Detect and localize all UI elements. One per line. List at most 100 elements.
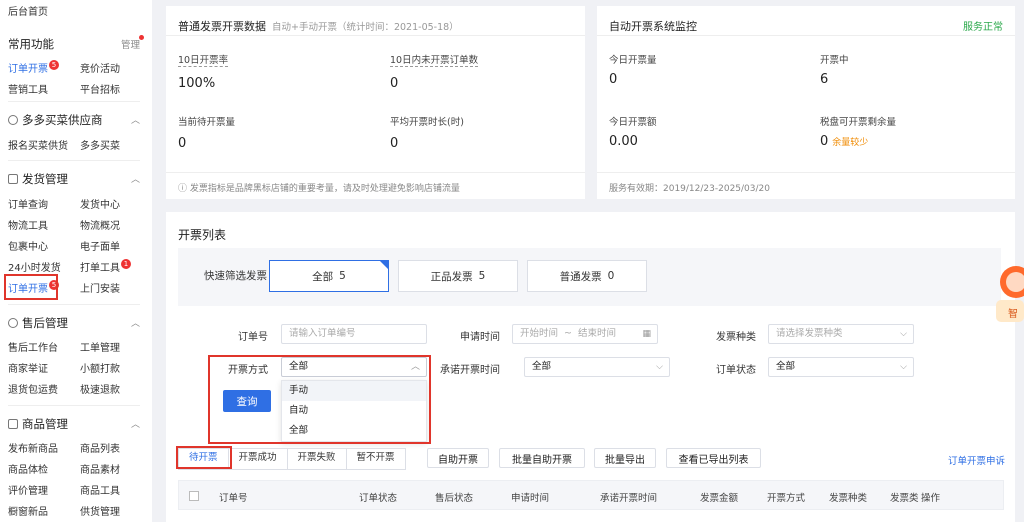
column-header: 操作 xyxy=(921,493,941,504)
sidebar-item-home[interactable]: 后台首页 xyxy=(8,3,48,18)
metric-value: 0 xyxy=(390,76,399,91)
sidebar-item-quick-refund[interactable]: 极速退款 xyxy=(80,381,120,396)
sidebar-item-order-query[interactable]: 订单查询 xyxy=(8,196,48,211)
view-exported-list-button[interactable]: 查看已导出列表 xyxy=(666,448,761,468)
divider xyxy=(8,160,140,161)
invoice-list-title: 开票列表 xyxy=(178,228,227,242)
divider xyxy=(166,172,585,173)
auto-invoice-monitor-card: 自动开票系统监控 服务正常 今日开票量 0 开票中 6 今日开票额 0.00 税… xyxy=(597,6,1015,199)
sidebar-item-after-sales-desk[interactable]: 售后工作台 xyxy=(8,339,58,354)
sidebar-item-window-new[interactable]: 橱窗新品 xyxy=(8,503,48,518)
sidebar-item-24h-shipping[interactable]: 24小时发货 xyxy=(8,259,61,274)
quick-filter-all[interactable]: 全部 5 xyxy=(269,260,389,292)
quick-filter-normal[interactable]: 普通发票 0 xyxy=(527,260,647,292)
sidebar-item-grocery-signup[interactable]: 报名买菜供货 xyxy=(8,137,68,152)
promise-time-select[interactable]: 全部 ⌵ xyxy=(524,357,670,377)
promise-time-label: 承诺开票时间 xyxy=(440,365,500,376)
sidebar-item-publish-product[interactable]: 发布新商品 xyxy=(8,440,58,455)
group-title: 售后管理 xyxy=(22,316,68,330)
sidebar-item-e-waybill[interactable]: 电子面单 xyxy=(80,238,120,253)
select-all-checkbox[interactable] xyxy=(189,491,199,501)
sidebar-item-product-assets[interactable]: 商品素材 xyxy=(80,461,120,476)
group-heading-grocery-supplier[interactable]: 多多买菜供应商 xyxy=(8,112,103,128)
order-status-select[interactable]: 全部 ⌵ xyxy=(768,357,914,377)
sidebar-item-product-tools[interactable]: 商品工具 xyxy=(80,482,120,497)
column-header: 发票金额 xyxy=(700,493,739,504)
order-status-label: 订单状态 xyxy=(716,365,756,376)
chevron-up-icon[interactable]: ︿ xyxy=(131,113,140,126)
metric-value: 0 xyxy=(390,136,399,151)
metric-label: 平均开票时长(时) xyxy=(390,117,464,128)
sidebar-item-review-management[interactable]: 评价管理 xyxy=(8,482,48,497)
chevron-down-icon: ⌵ xyxy=(656,362,663,372)
sidebar-item-product-check[interactable]: 商品体检 xyxy=(8,461,48,476)
chevron-up-icon[interactable]: ︿ xyxy=(131,316,140,329)
apply-time-range-input[interactable]: 开始时间 ~ 结束时间 ▦ xyxy=(512,324,658,344)
invoice-appeal-link[interactable]: 订单开票申诉 xyxy=(948,453,1005,467)
group-heading-after-sales[interactable]: 售后管理 xyxy=(8,315,68,331)
stats-subtitle: 自动+手动开票（统计时间：2021-05-18） xyxy=(272,22,459,33)
metric-value: 6 xyxy=(820,72,829,87)
sidebar-item-print-tool[interactable]: 打单工具 1 xyxy=(80,259,131,274)
manage-link[interactable]: 管理 xyxy=(121,35,144,51)
sidebar-item-supply-management[interactable]: 供货管理 xyxy=(80,503,120,518)
sidebar-item-shipping-center[interactable]: 发货中心 xyxy=(80,196,120,211)
batch-self-invoice-button[interactable]: 批量自助开票 xyxy=(499,448,585,468)
promise-time-value: 全部 xyxy=(532,361,552,372)
batch-export-button[interactable]: 批量导出 xyxy=(594,448,656,468)
metric-label[interactable]: 10日内未开票订单数 xyxy=(390,52,479,67)
quick-filter-genuine[interactable]: 正品发票 5 xyxy=(398,260,518,292)
sidebar-item-merchant-evidence[interactable]: 商家举证 xyxy=(8,360,48,375)
sidebar-item-bidding[interactable]: 竞价活动 xyxy=(80,60,120,75)
apply-time-label: 申请时间 xyxy=(460,332,500,343)
sidebar-item-logistics-tools[interactable]: 物流工具 xyxy=(8,217,48,232)
service-status-badge: 服务正常 xyxy=(963,22,1003,33)
invoice-type-select[interactable]: 请选择发票种类 ⌵ xyxy=(768,324,914,344)
metric-label[interactable]: 10日开票率 xyxy=(178,52,229,67)
monitor-title: 自动开票系统监控 xyxy=(609,20,697,33)
sidebar-item-platform-tender[interactable]: 平台招标 xyxy=(80,81,120,96)
group-title: 发货管理 xyxy=(22,172,68,186)
sidebar-item-product-list[interactable]: 商品列表 xyxy=(80,440,120,455)
self-invoice-button[interactable]: 自助开票 xyxy=(427,448,489,468)
divider xyxy=(597,172,1015,173)
sidebar-item-logistics-overview[interactable]: 物流概况 xyxy=(80,217,120,232)
metric-label: 开票中 xyxy=(820,55,849,66)
tab-not-now[interactable]: 暂不开票 xyxy=(347,449,405,469)
quick-filter-count: 5 xyxy=(339,270,346,282)
sidebar-item-package-center[interactable]: 包裹中心 xyxy=(8,238,48,253)
metric-value-with-tag: 0 余量较少 xyxy=(820,134,868,149)
sidebar-item-grocery[interactable]: 多多买菜 xyxy=(80,137,120,152)
order-status-value: 全部 xyxy=(776,361,796,372)
column-header: 发票种类 xyxy=(829,493,868,504)
sidebar-item-order-invoice-shortcut[interactable]: 订单开票 5 xyxy=(8,60,59,75)
product-box-icon xyxy=(8,419,18,429)
sidebar-item-return-shipping[interactable]: 退货包运费 xyxy=(8,381,58,396)
divider xyxy=(597,35,1015,36)
group-heading-shipping[interactable]: 发货管理 xyxy=(8,171,68,187)
metric-value: 0 xyxy=(609,72,618,87)
sidebar-item-marketing-tools[interactable]: 营销工具 xyxy=(8,81,48,96)
metric-value: 0 xyxy=(820,134,829,149)
metric-value: 0.00 xyxy=(609,134,638,149)
floating-assistant-widget[interactable]: 智 xyxy=(994,262,1024,328)
chevron-up-icon[interactable]: ︿ xyxy=(131,172,140,185)
quick-filter-label: 快速筛选发票 xyxy=(204,270,267,282)
quick-filter-label: 普通发票 xyxy=(559,270,602,283)
metric-value: 0 xyxy=(178,136,187,151)
tab-success[interactable]: 开票成功 xyxy=(229,449,288,469)
quick-filter-label: 正品发票 xyxy=(430,270,473,283)
count-badge: 1 xyxy=(121,259,131,269)
chevron-up-icon[interactable]: ︿ xyxy=(131,417,140,430)
assistant-label: 智 xyxy=(1008,309,1018,320)
order-no-input[interactable]: 请输入订单编号 xyxy=(281,324,427,344)
table-header: 订单号 订单状态 售后状态 申请时间 承诺开票时间 发票金额 开票方式 发票种类… xyxy=(178,480,1004,510)
metric-label: 税盘可开票剩余量 xyxy=(820,117,897,128)
start-time-placeholder: 开始时间 xyxy=(520,328,559,339)
sidebar-item-ticket-management[interactable]: 工单管理 xyxy=(80,339,120,354)
sidebar-item-small-payment[interactable]: 小额打款 xyxy=(80,360,120,375)
metric-label: 今日开票量 xyxy=(609,55,657,66)
sidebar-item-onsite-install[interactable]: 上门安装 xyxy=(80,280,120,295)
tab-failed[interactable]: 开票失败 xyxy=(288,449,347,469)
group-heading-products[interactable]: 商品管理 xyxy=(8,416,68,432)
